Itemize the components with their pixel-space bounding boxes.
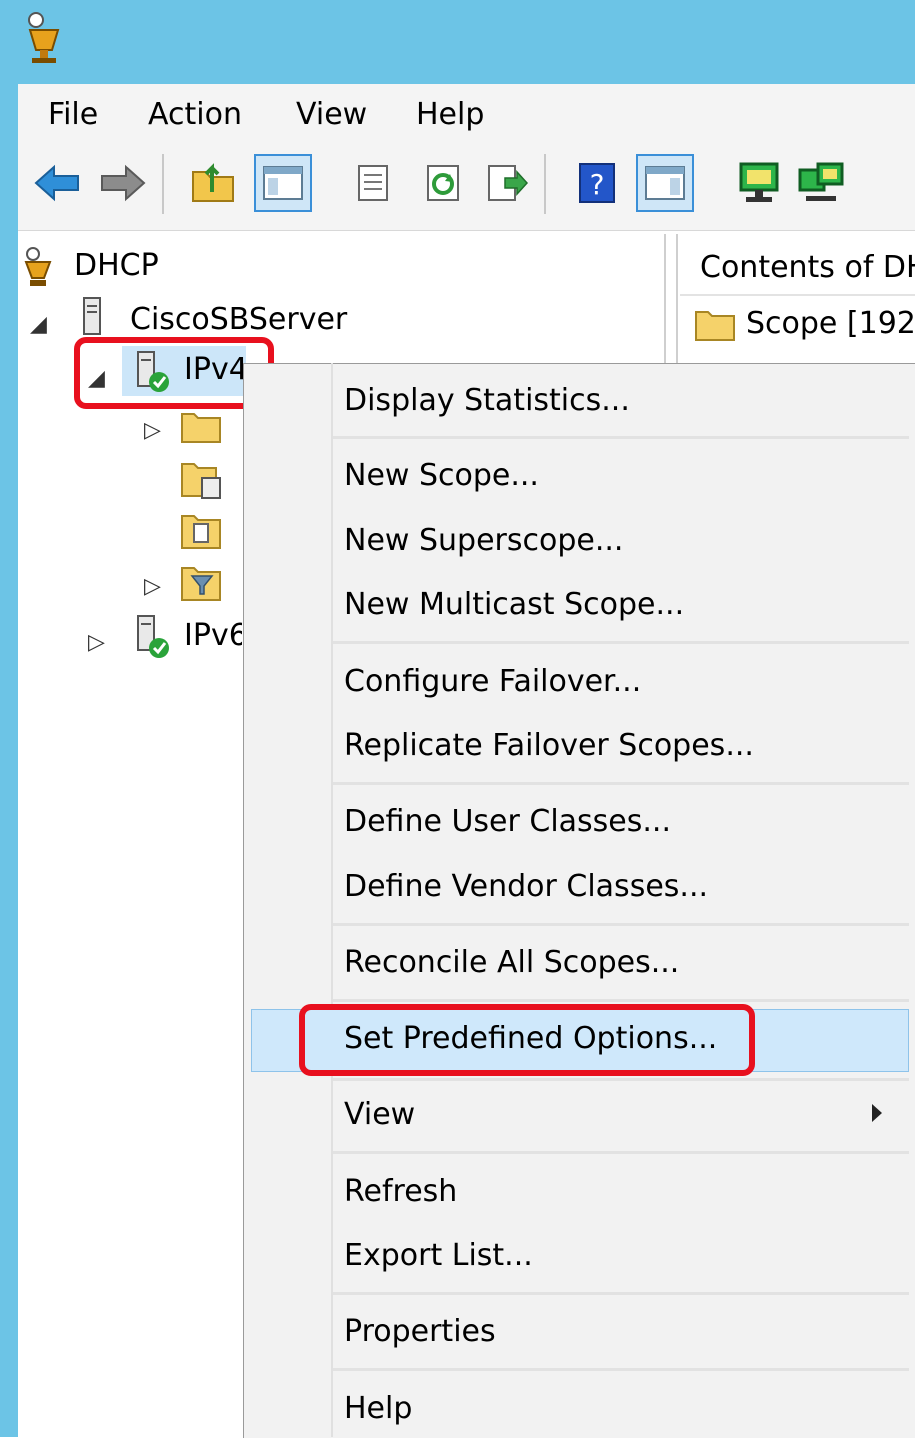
refresh-icon[interactable] (414, 154, 472, 212)
manage-servers-icon[interactable] (792, 154, 850, 212)
svg-text:?: ? (590, 168, 605, 201)
menu-view[interactable]: View (296, 84, 367, 146)
server-options-icon (180, 458, 224, 506)
menu-item-new-multicast-scope[interactable]: New Multicast Scope... (344, 587, 684, 622)
help-icon[interactable]: ? (568, 154, 626, 212)
menu-item-define-vendor-classes[interactable]: Define Vendor Classes... (344, 869, 708, 904)
menu-item-properties[interactable]: Properties (344, 1314, 496, 1349)
export-list-icon[interactable] (478, 154, 536, 212)
expand-arrow-icon[interactable]: ▷ (88, 630, 105, 655)
menu-file[interactable]: File (48, 84, 98, 146)
menu-item-export-list[interactable]: Export List... (344, 1238, 533, 1273)
menu-separator (333, 641, 909, 644)
policies-icon (180, 510, 224, 554)
tree-item-ipv6[interactable]: IPv6 (184, 618, 242, 653)
menu-separator (333, 1078, 909, 1081)
menu-separator (333, 1292, 909, 1295)
folder-icon (180, 408, 222, 448)
up-folder-icon[interactable] (184, 154, 242, 212)
window-border (0, 0, 18, 1437)
forward-arrow-icon[interactable] (94, 154, 152, 212)
menu-separator (333, 436, 909, 439)
ipv6-server-icon (132, 614, 172, 664)
results-header-title: Contents of DHCP (700, 250, 915, 285)
menu-item-new-scope[interactable]: New Scope... (344, 458, 539, 493)
results-row-scope[interactable]: Scope [192 (746, 306, 915, 341)
menu-item-replicate-failover-scopes[interactable]: Replicate Failover Scopes... (344, 728, 754, 763)
toolbar-separator (162, 154, 164, 214)
menu-help[interactable]: Help (416, 84, 484, 146)
context-menu-gutter (331, 363, 333, 1437)
dhcp-app-icon[interactable] (22, 10, 66, 66)
scope-folder-icon (694, 306, 736, 346)
filters-icon (180, 562, 224, 606)
menu-separator (333, 923, 909, 926)
menu-item-reconcile-all-scopes[interactable]: Reconcile All Scopes... (344, 945, 679, 980)
menu-item-display-statistics[interactable]: Display Statistics... (344, 383, 630, 418)
back-arrow-icon[interactable] (28, 154, 86, 212)
menu-item-refresh[interactable]: Refresh (344, 1174, 457, 1209)
server-icon (80, 296, 104, 340)
menu-separator (333, 782, 909, 785)
collapse-arrow-icon[interactable]: ◢ (30, 312, 47, 337)
menu-item-view[interactable]: View (344, 1097, 415, 1132)
highlight-set-predefined-options (299, 1004, 755, 1076)
menu-action[interactable]: Action (148, 84, 242, 146)
toolbar-separator (544, 154, 546, 214)
menu-separator (333, 1151, 909, 1154)
menu-separator (333, 1368, 909, 1371)
tree-item-server[interactable]: CiscoSBServer (130, 302, 347, 337)
menu-separator (333, 999, 909, 1002)
authorize-server-icon[interactable] (730, 154, 788, 212)
show-hide-console-tree-icon[interactable] (254, 154, 312, 212)
menu-item-configure-failover[interactable]: Configure Failover... (344, 664, 641, 699)
menu-item-define-user-classes[interactable]: Define User Classes... (344, 804, 671, 839)
submenu-arrow-icon (872, 1104, 882, 1122)
expand-arrow-icon[interactable]: ▷ (144, 574, 161, 599)
expand-arrow-icon[interactable]: ▷ (144, 418, 161, 443)
menu-item-help[interactable]: Help (344, 1391, 412, 1426)
tree-item-dhcp[interactable]: DHCP (74, 248, 159, 283)
title-bar (0, 0, 915, 84)
menu-item-new-superscope[interactable]: New Superscope... (344, 523, 623, 558)
show-hide-action-pane-icon[interactable] (636, 154, 694, 212)
properties-sheet-icon[interactable] (344, 154, 402, 212)
dhcp-icon (22, 246, 54, 294)
